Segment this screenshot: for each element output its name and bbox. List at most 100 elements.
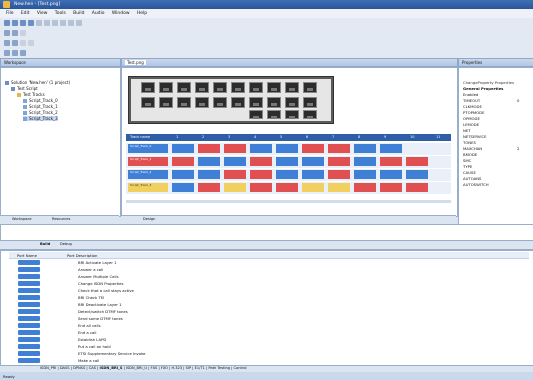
port-row[interactable]: ETSI Supplementary Service Invoke	[14, 350, 444, 357]
tab-dass[interactable]: DASS	[60, 366, 70, 370]
step-cell[interactable]	[276, 183, 298, 192]
port-row[interactable]: Send some DTMF tones	[14, 315, 444, 322]
tab-e1t1[interactable]: E1/T1	[195, 366, 205, 370]
new-icon[interactable]	[4, 20, 10, 26]
tab-control[interactable]: Control	[234, 366, 247, 370]
tab-path-testing[interactable]: Path Testing	[208, 366, 230, 370]
menu-tools[interactable]: Tools	[55, 11, 66, 16]
tab-h323[interactable]: H.323	[171, 366, 182, 370]
tree-script-track-0[interactable]: Script_Track_0	[23, 98, 58, 103]
step-cell[interactable]	[328, 183, 350, 192]
step-cell[interactable]	[224, 183, 246, 192]
step-cell[interactable]	[302, 157, 324, 166]
port-row[interactable]: Put a call on hold	[14, 343, 444, 350]
paste-icon[interactable]	[52, 20, 58, 26]
step-cell[interactable]	[380, 170, 402, 179]
track-name-cell[interactable]: Script_Track_1	[128, 157, 168, 166]
step-cell[interactable]	[328, 144, 350, 153]
tree-script-track-3[interactable]: Script_Track_3	[23, 116, 58, 121]
step-cell[interactable]	[198, 157, 220, 166]
cut-icon[interactable]	[36, 20, 42, 26]
prop-smc[interactable]: SMC	[463, 158, 471, 163]
step-cell[interactable]	[354, 183, 376, 192]
prop-ptopmode[interactable]: PTOPMODE	[463, 110, 484, 115]
menu-audio[interactable]: Audio	[92, 11, 105, 16]
tree-solution[interactable]: Solution 'New.hen' (1 project)	[5, 80, 70, 85]
stop-icon[interactable]	[20, 30, 26, 36]
step-cell[interactable]	[406, 170, 428, 179]
step-cell[interactable]	[328, 157, 350, 166]
step-cell[interactable]	[172, 157, 194, 166]
tab-build[interactable]: Build	[40, 242, 50, 246]
step-cell[interactable]	[276, 157, 298, 166]
port-row[interactable]: Change ISDN Properties	[14, 280, 444, 287]
menu-build[interactable]: Build	[73, 11, 84, 16]
copy-icon[interactable]	[44, 20, 50, 26]
step-cell[interactable]	[250, 157, 272, 166]
prop-enabled[interactable]: Enabled	[463, 92, 478, 97]
redo-icon[interactable]	[68, 20, 74, 26]
step-cell[interactable]	[380, 183, 402, 192]
port-row[interactable]: Detect/switch DTMF tones	[14, 308, 444, 315]
tab-isdn-bri-s[interactable]: ISDN_BRI_S	[100, 366, 123, 370]
menu-edit[interactable]: Edit	[21, 11, 30, 16]
build-icon[interactable]	[4, 30, 10, 36]
menu-help[interactable]: Help	[137, 11, 147, 16]
open-icon[interactable]	[12, 20, 18, 26]
watch-icon[interactable]	[20, 50, 26, 56]
step-cell[interactable]	[302, 170, 324, 179]
step-cell[interactable]	[380, 144, 402, 153]
step-cell[interactable]	[406, 157, 428, 166]
port-row[interactable]: Make a call	[14, 357, 444, 364]
step-cell[interactable]	[276, 144, 298, 153]
tab-test-png[interactable]: Test.png	[125, 60, 146, 65]
step-cell[interactable]	[328, 170, 350, 179]
tab-fxo[interactable]: FXO	[161, 366, 168, 370]
tab-fxs[interactable]: FXS	[151, 366, 158, 370]
tree-script-track-2[interactable]: Script_Track_2	[23, 110, 58, 115]
prop-bmode[interactable]: BMODE	[463, 152, 477, 157]
prop-netservice[interactable]: NETSERVICE	[463, 134, 487, 139]
tab-isdn-pri[interactable]: ISDN_PRI	[40, 366, 56, 370]
port-row[interactable]: Answer a call	[14, 266, 444, 273]
track-name-cell[interactable]: Script_Track_3	[128, 183, 168, 192]
prop-cause[interactable]: CAUSE	[463, 170, 476, 175]
tab-isdn-bri-u[interactable]: ISDN_BRI_U	[126, 366, 147, 370]
tab-dpnss[interactable]: DPNSS	[73, 366, 85, 370]
prop-opmode[interactable]: OPMODE	[463, 116, 480, 121]
zoom-icon[interactable]	[28, 40, 34, 46]
menu-view[interactable]: View	[37, 11, 48, 16]
step-cell[interactable]	[198, 170, 220, 179]
step-cell[interactable]	[354, 144, 376, 153]
prop-maxchan-value[interactable]: 2	[517, 146, 519, 151]
connect-icon[interactable]	[4, 40, 10, 46]
port-row[interactable]: BRI Check TEI	[14, 294, 444, 301]
step-cell[interactable]	[302, 144, 324, 153]
save-all-icon[interactable]	[28, 20, 34, 26]
prop-type[interactable]: TYPE	[463, 164, 472, 169]
port-row[interactable]: End all calls	[14, 322, 444, 329]
step-cell[interactable]	[250, 170, 272, 179]
menu-window[interactable]: Window	[112, 11, 130, 16]
horizontal-scrollbar[interactable]	[126, 200, 451, 203]
port-row[interactable]: Check that a call stays active	[14, 287, 444, 294]
step-cell[interactable]	[172, 183, 194, 192]
track-name-cell[interactable]: Script_Track_0	[128, 144, 168, 153]
prop-net[interactable]: NET	[463, 128, 471, 133]
prop-tones[interactable]: TONES	[463, 140, 476, 145]
port-row[interactable]: End a call	[14, 329, 444, 336]
port-row[interactable]: Answer Multiple Calls	[14, 273, 444, 280]
prop-lemode[interactable]: LEMODE	[463, 122, 479, 127]
tab-debug[interactable]: Debug	[60, 242, 72, 246]
step-cell[interactable]	[250, 144, 272, 153]
prop-clkmode[interactable]: CLKMODE	[463, 104, 482, 109]
prop-autoans[interactable]: AUTOANS	[463, 176, 481, 181]
prop-timeout[interactable]: TIMEOUT	[463, 98, 480, 103]
step-cell[interactable]	[302, 183, 324, 192]
step-cell[interactable]	[224, 170, 246, 179]
prop-autoswitch[interactable]: AUTOSWITCH	[463, 182, 489, 187]
port-row[interactable]: Establish LAPD	[14, 336, 444, 343]
step-cell[interactable]	[380, 157, 402, 166]
prop-maxchan[interactable]: MAXCHAN	[463, 146, 482, 151]
step-cell[interactable]	[198, 144, 220, 153]
